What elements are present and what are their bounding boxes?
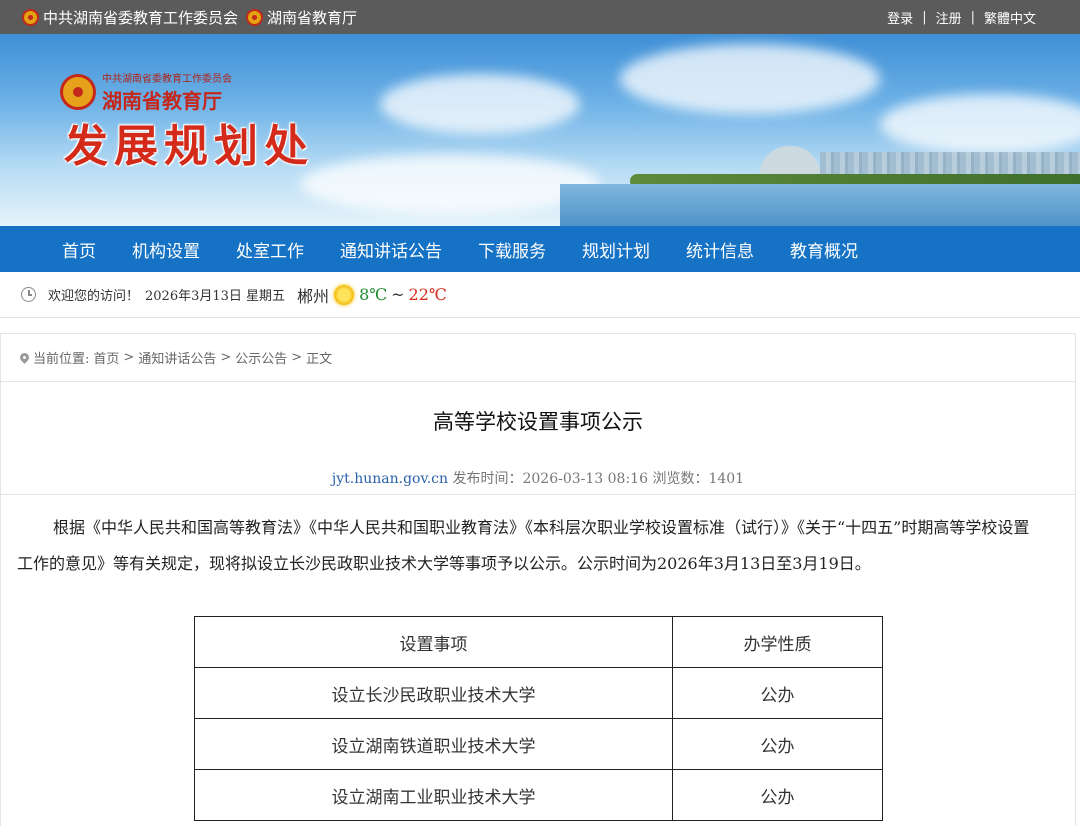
temp-high: 22℃ (408, 285, 447, 304)
breadcrumb-notices[interactable]: 通知讲话公告 (138, 348, 216, 367)
logo-subtitle: 中共湖南省委教育工作委员会 (102, 74, 232, 85)
table-cell-nature: 公办 (672, 667, 883, 719)
traditional-chinese-link[interactable]: 繁體中文 (984, 8, 1036, 27)
cloud (620, 44, 880, 114)
table-cell-item: 设立湖南铁道职业技术大学 (194, 718, 673, 770)
table-row: 设立湖南铁道职业技术大学 公办 (194, 718, 883, 770)
divider (1, 494, 1075, 495)
main-nav: 首页 机构设置 处室工作 通知讲话公告 下载服务 规划计划 统计信息 教育概况 (0, 226, 1080, 272)
article-paragraph: 根据《中华人民共和国高等教育法》《中华人民共和国职业教育法》《本科层次职业学校设… (17, 518, 1030, 573)
cloud (880, 94, 1080, 154)
location-pin-icon (18, 351, 31, 364)
clock-icon (21, 287, 36, 302)
breadcrumb-home[interactable]: 首页 (93, 348, 119, 367)
separator: | (922, 9, 927, 25)
party-committee-label: 中共湖南省委教育工作委员会 (43, 8, 239, 27)
nav-statistics[interactable]: 统计信息 (668, 237, 772, 262)
party-committee-link[interactable]: 中共湖南省委教育工作委员会 (22, 7, 238, 28)
table-cell-nature: 公办 (672, 718, 883, 770)
breadcrumb-separator: > (220, 350, 232, 365)
nav-notices[interactable]: 通知讲话公告 (322, 237, 460, 262)
nav-downloads[interactable]: 下载服务 (460, 237, 564, 262)
nav-planning[interactable]: 规划计划 (564, 237, 668, 262)
separator: | (970, 9, 975, 25)
nav-office-work[interactable]: 处室工作 (218, 237, 322, 262)
register-link[interactable]: 注册 (936, 8, 962, 27)
nav-home[interactable]: 首页 (44, 237, 114, 262)
nav-organization[interactable]: 机构设置 (114, 237, 218, 262)
weather-city: 郴州 (297, 286, 330, 306)
welcome-bar: 欢迎您的访问！ 2026年3月13日 星期五 郴州 8℃ ~ 22℃ (0, 272, 1080, 318)
education-dept-link[interactable]: 湖南省教育厅 (246, 7, 357, 28)
table-cell-item: 设立湖南工业职业技术大学 (194, 769, 673, 821)
breadcrumb: 当前位置: 首页 > 通知讲话公告 > 公示公告 > 正文 (1, 334, 1075, 382)
notice-table: 设置事项 办学性质 设立长沙民政职业技术大学 公办 设立湖南铁道职业技术大学 公… (194, 616, 883, 821)
breadcrumb-current: 正文 (306, 352, 333, 367)
breadcrumb-separator: > (291, 350, 303, 365)
breadcrumb-announcements[interactable]: 公示公告 (235, 348, 287, 367)
temp-low: 8℃ (359, 285, 388, 304)
top-bar: 中共湖南省委教育工作委员会 湖南省教育厅 登录 | 注册 | 繁體中文 (0, 0, 1080, 34)
column-header-item: 设置事项 (194, 616, 673, 668)
login-link[interactable]: 登录 (887, 8, 913, 27)
river-water (560, 184, 1080, 226)
column-header-nature: 办学性质 (672, 616, 883, 668)
site-logo[interactable]: 中共湖南省委教育工作委员会 湖南省教育厅 (60, 70, 232, 114)
table-cell-nature: 公办 (672, 769, 883, 821)
article-title: 高等学校设置事项公示 (433, 410, 643, 434)
view-count: 浏览数：1401 (652, 471, 745, 487)
article-source: jyt.hunan.gov.cn (331, 471, 449, 487)
nav-education-overview[interactable]: 教育概况 (772, 237, 876, 262)
department-title: 发展规划处 (64, 121, 314, 172)
header-banner: 中共湖南省委教育工作委员会 湖南省教育厅 发展规划处 (0, 34, 1080, 226)
content-panel: 当前位置: 首页 > 通知讲话公告 > 公示公告 > 正文 高等学校设置事项公示… (0, 333, 1076, 826)
cloud (300, 154, 600, 214)
table-cell-item: 设立长沙民政职业技术大学 (194, 667, 673, 719)
current-date: 2026年3月13日 星期五 (145, 289, 286, 304)
breadcrumb-label: 当前位置: (33, 352, 90, 367)
table-row: 设立湖南工业职业技术大学 公办 (194, 769, 883, 821)
national-emblem-icon (60, 74, 96, 110)
publish-time: 发布时间：2026-03-13 08:16 (452, 471, 648, 487)
national-emblem-icon (246, 8, 264, 26)
sunny-icon (334, 284, 355, 305)
welcome-text: 欢迎您的访问！ (48, 289, 140, 304)
education-dept-label: 湖南省教育厅 (267, 8, 358, 27)
cloud (380, 74, 580, 134)
table-row: 设立长沙民政职业技术大学 公办 (194, 667, 883, 719)
account-links: 登录 | 注册 | 繁體中文 (887, 8, 1036, 27)
article-meta: jyt.hunan.gov.cn 发布时间：2026-03-13 08:16 浏… (1, 468, 1075, 488)
breadcrumb-separator: > (123, 350, 135, 365)
table-header-row: 设置事项 办学性质 (194, 616, 883, 668)
party-emblem-icon (22, 8, 39, 26)
temp-separator: ~ (391, 285, 405, 304)
